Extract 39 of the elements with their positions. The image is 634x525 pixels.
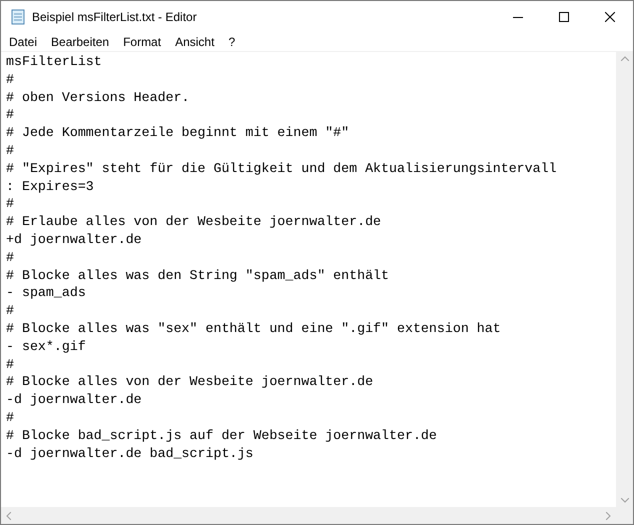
text-line: # Erlaube alles von der Wesbeite joernwalter.de (6, 213, 382, 231)
text-line: # (6, 106, 14, 124)
notepad-icon (10, 9, 26, 25)
text-line: # Jede Kommentarzeile beginnt mit einem "#" (6, 124, 350, 142)
window-title: Beispiel msFilterList.txt - Editor (32, 9, 197, 26)
vertical-scrollbar[interactable] (616, 52, 633, 507)
scroll-left-icon (6, 512, 11, 520)
text-line: -d joernwalter.de (6, 391, 142, 409)
minimize-icon (513, 16, 523, 18)
text-line: # Blocke alles von der Wesbeite joernwalter.de (6, 373, 374, 392)
scroll-down-icon (620, 498, 628, 503)
text-line: +d joernwalter.de (6, 230, 142, 249)
text-line: # (6, 356, 14, 374)
scroll-right-icon (606, 512, 611, 520)
text-line: - sex*.gif (6, 338, 86, 356)
text-line: - spam_ads (6, 284, 86, 302)
text-line: # Blocke alles was den String "spam_ads" enthält (6, 266, 390, 284)
text-line: # (6, 248, 14, 267)
menu-item[interactable]: Bearbeiten (44, 33, 116, 51)
text-line: # (6, 70, 14, 89)
text-line: msFilterList (6, 53, 102, 71)
horizontal-scrollbar[interactable] (1, 507, 616, 524)
menu-item[interactable]: Format (116, 33, 168, 51)
scroll-up-icon (620, 56, 628, 61)
text-line: # oben Versions Header. (6, 88, 190, 106)
menu-item[interactable]: ? (221, 33, 242, 51)
text-line: # (6, 142, 14, 160)
text-line: # "Expires" steht für die Gültigkeit und dem Aktualisierungsintervall (6, 160, 557, 178)
text-line: # (6, 195, 14, 214)
text-line: # Blocke bad_script.js auf der Webseite joernwalter.de (6, 426, 437, 445)
text-line: # (6, 302, 14, 320)
text-line: -d joernwalter.de bad_script.js (6, 444, 254, 462)
text-line: : Expires=3 (6, 178, 94, 196)
maximize-icon (559, 12, 569, 22)
text-line: # Blocke alles was "sex" enthält und eine ".gif" extension hat (6, 320, 501, 338)
close-icon (605, 12, 615, 22)
menu-item[interactable]: Ansicht (168, 33, 222, 51)
text-line: # (6, 408, 14, 427)
menu-item[interactable]: Datei (2, 33, 44, 51)
